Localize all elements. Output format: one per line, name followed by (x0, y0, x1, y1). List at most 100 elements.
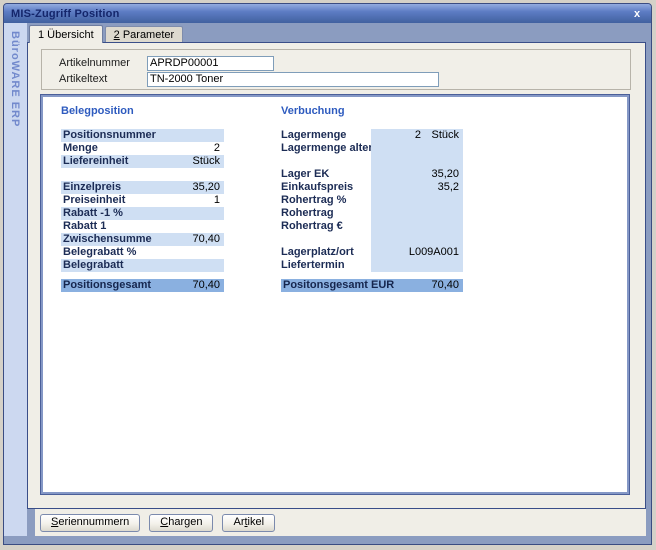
artikeltext-label: Artikeltext (59, 73, 147, 85)
table-row: LiefereinheitStück (61, 155, 224, 168)
row-value (184, 129, 224, 142)
table-row: Lagerplatz/ortL009A001 (281, 246, 463, 259)
row-value (184, 259, 224, 272)
button-label-part: ikel (248, 516, 265, 528)
verbuchung-header: Verbuchung (281, 105, 463, 118)
positionsgesamt-total-row: Positionsgesamt70,40 (61, 279, 224, 292)
table-row-spacer (281, 155, 463, 168)
artikelnummer-label: Artikelnummer (59, 57, 147, 69)
row-label: Zwischensumme (61, 233, 184, 246)
row-value: 2 (184, 142, 224, 155)
row-value: 70,40 (184, 233, 224, 246)
table-row: Belegrabatt % (61, 246, 224, 259)
artikeltext-input[interactable] (147, 72, 439, 87)
row-value-field (371, 259, 463, 272)
row-value-field: 35,20 (371, 168, 463, 181)
article-group-box: Artikelnummer Artikeltext (41, 49, 631, 90)
button-label-part: eriennummern (58, 516, 129, 528)
row-value: 35,2 (371, 181, 463, 194)
tab-uebersicht-label: 1 Übersicht (38, 29, 94, 41)
total-label: Positonsgesamt EUR (281, 279, 431, 292)
window-title: MIS-Zugriff Position (11, 8, 630, 20)
table-row: Rohertrag % (281, 194, 463, 207)
row-label: Belegrabatt (61, 259, 184, 272)
row-label: Menge (61, 142, 184, 155)
seriennummern-button[interactable]: Seriennummern (40, 514, 140, 532)
total-value: 70,40 (192, 279, 224, 292)
artikelnummer-input[interactable] (147, 56, 274, 71)
row-label: Lagermenge (281, 129, 371, 142)
row-value-field: L009A001 (371, 246, 463, 259)
brand-strip: BüroWARE ERP (4, 23, 27, 536)
row-label: Rohertrag € (281, 220, 371, 233)
table-row: Rabatt -1 % (61, 207, 224, 220)
table-row: Zwischensumme70,40 (61, 233, 224, 246)
data-panel: Belegposition Positionsnummer Menge2 Lie… (41, 95, 629, 494)
row-value-field (371, 233, 463, 246)
row-value: 35,20 (371, 168, 463, 181)
title-bar: MIS-Zugriff Position x (4, 4, 651, 23)
table-row: Lagermenge altern. (281, 142, 463, 155)
belegposition-column: Belegposition Positionsnummer Menge2 Lie… (61, 105, 224, 292)
row-label: Liefertermin (281, 259, 371, 272)
row-value-field (371, 220, 463, 233)
row-value (371, 207, 463, 220)
row-value-field: 35,2 (371, 181, 463, 194)
row-value: 35,20 (184, 181, 224, 194)
table-row: Preiseinheit1 (61, 194, 224, 207)
table-row: Rabatt 1 (61, 220, 224, 233)
row-value-field (371, 207, 463, 220)
table-row: Belegrabatt (61, 259, 224, 272)
table-row: Einkaufspreis35,2 (281, 181, 463, 194)
row-label: Positionsnummer (61, 129, 184, 142)
table-row: Lagermenge2Stück (281, 129, 463, 142)
table-row: Rohertrag (281, 207, 463, 220)
row-label: Einkaufspreis (281, 181, 371, 194)
row-value (184, 246, 224, 259)
row-label: Preiseinheit (61, 194, 184, 207)
row-value: 2 (371, 129, 425, 142)
chargen-button[interactable]: Chargen (149, 514, 213, 532)
row-value: L009A001 (371, 246, 463, 259)
table-row-spacer (281, 233, 463, 246)
row-label: Belegrabatt % (61, 246, 184, 259)
button-bar: Seriennummern Chargen Artikel (35, 509, 646, 536)
artikeltext-row: Artikeltext (59, 71, 630, 87)
tab-parameter-label: Parameter (120, 29, 174, 41)
row-label: Einzelpreis (61, 181, 184, 194)
row-value-field (371, 194, 463, 207)
verbuchung-column: Verbuchung Lagermenge2Stück Lagermenge a… (281, 105, 463, 292)
tab-uebersicht[interactable]: 1 Übersicht (29, 25, 103, 43)
row-value-field: 2Stück (371, 129, 463, 142)
row-label: Liefereinheit (61, 155, 184, 168)
total-label: Positionsgesamt (61, 279, 192, 292)
table-row: Menge2 (61, 142, 224, 155)
row-label: Rabatt 1 (61, 220, 184, 233)
brand-text: BüroWARE ERP (9, 31, 21, 127)
tab-parameter[interactable]: 2 Parameter (105, 26, 184, 42)
close-button[interactable]: x (630, 7, 644, 21)
artikelnummer-row: Artikelnummer (59, 55, 630, 71)
table-row: Positionsnummer (61, 129, 224, 142)
row-label (281, 155, 371, 168)
artikel-button[interactable]: Artikel (222, 514, 275, 532)
client-area: BüroWARE ERP 1 Übersicht 2 Parameter Art… (4, 23, 651, 544)
row-value (371, 259, 463, 272)
row-value (371, 220, 463, 233)
belegposition-header: Belegposition (61, 105, 224, 118)
row-label (281, 233, 371, 246)
row-value-field (371, 155, 463, 168)
positionsgesamt-eur-total-row: Positonsgesamt EUR70,40 (281, 279, 463, 292)
table-row: Einzelpreis35,20 (61, 181, 224, 194)
main-area: 1 Übersicht 2 Parameter Artikelnummer Ar… (27, 23, 651, 536)
row-value: Stück (184, 155, 224, 168)
row-label: Rabatt -1 % (61, 207, 184, 220)
button-label-part: hargen (168, 516, 202, 528)
row-label: Rohertrag (281, 207, 371, 220)
row-label: Lagerplatz/ort (281, 246, 371, 259)
row-label: Rohertrag % (281, 194, 371, 207)
row-value-field (371, 142, 463, 155)
table-row: Liefertermin (281, 259, 463, 272)
row-value: 1 (184, 194, 224, 207)
row-label: Lager EK (281, 168, 371, 181)
